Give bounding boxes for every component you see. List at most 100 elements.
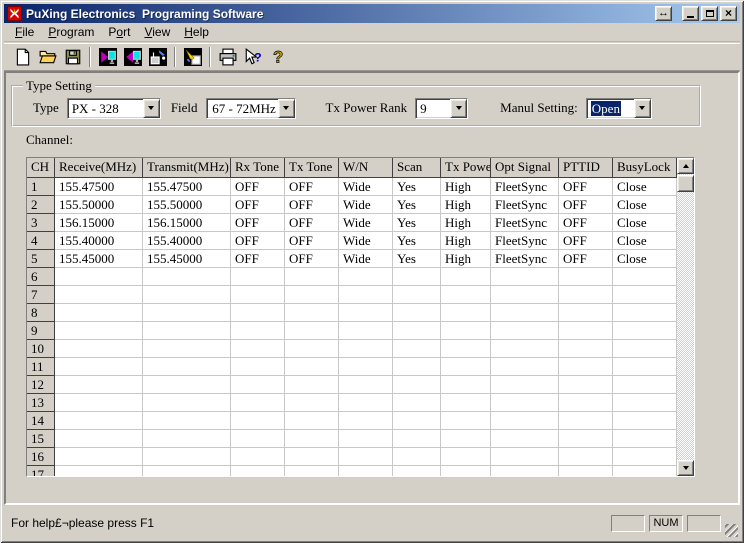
grid-cell[interactable]: OFF [285,178,339,196]
read-from-radio-button[interactable] [95,45,120,69]
save-button[interactable] [60,45,85,69]
grid-cell[interactable] [143,286,231,304]
grid-cell[interactable] [491,358,559,376]
grid-cell[interactable]: 155.47500 [55,178,143,196]
grid-cell[interactable]: OFF [559,232,613,250]
grid-cell[interactable] [393,340,441,358]
grid-cell[interactable] [285,448,339,466]
grid-cell[interactable] [285,376,339,394]
row-header-cell[interactable]: 16 [27,448,55,466]
grid-cell[interactable]: Yes [393,196,441,214]
grid-cell[interactable] [339,376,393,394]
grid-cell[interactable] [143,376,231,394]
grid-cell[interactable] [55,376,143,394]
grid-cell[interactable]: OFF [285,232,339,250]
grid-cell[interactable] [143,430,231,448]
grid-cell[interactable] [231,286,285,304]
row-header-cell[interactable]: 9 [27,322,55,340]
grid-cell[interactable]: OFF [559,196,613,214]
grid-cell[interactable] [441,358,491,376]
grid-cell[interactable] [559,448,613,466]
grid-cell[interactable] [339,268,393,286]
grid-cell[interactable]: Close [613,196,677,214]
grid-cell[interactable]: OFF [231,232,285,250]
grid-cell[interactable] [441,340,491,358]
grid-cell[interactable]: OFF [231,178,285,196]
grid-cell[interactable] [559,322,613,340]
grid-cell[interactable] [143,304,231,322]
grid-cell[interactable] [55,430,143,448]
grid-cell[interactable] [55,358,143,376]
grid-cell[interactable]: OFF [231,214,285,232]
grid-cell[interactable]: 155.45000 [55,250,143,268]
grid-cell[interactable]: OFF [231,196,285,214]
resize-grip[interactable] [725,524,738,537]
grid-cell[interactable]: Wide [339,250,393,268]
grid-cell[interactable] [143,322,231,340]
grid-cell[interactable] [55,322,143,340]
restore-width-button[interactable]: ↔ [655,6,672,21]
grid-cell[interactable] [491,430,559,448]
grid-cell[interactable] [339,430,393,448]
row-header-cell[interactable]: 8 [27,304,55,322]
row-header-cell[interactable]: 14 [27,412,55,430]
row-header-cell[interactable]: 2 [27,196,55,214]
minimize-button[interactable] [682,6,699,21]
grid-cell[interactable] [285,412,339,430]
row-header-cell[interactable]: 12 [27,376,55,394]
grid-cell[interactable] [143,358,231,376]
grid-cell[interactable] [285,394,339,412]
grid-cell[interactable] [613,412,677,430]
puxing-logo-icon[interactable] [7,6,22,21]
menu-help[interactable]: Help [177,24,216,40]
grid-cell[interactable] [285,286,339,304]
grid-cell[interactable]: Close [613,214,677,232]
grid-cell[interactable]: 155.40000 [143,232,231,250]
grid-cell[interactable] [613,286,677,304]
grid-cell[interactable] [441,466,491,477]
chevron-down-icon[interactable] [278,99,295,118]
radio-settings-button[interactable] [145,45,170,69]
grid-cell[interactable]: High [441,232,491,250]
grid-cell[interactable] [491,466,559,477]
grid-cell[interactable] [231,448,285,466]
grid-cell[interactable]: High [441,214,491,232]
clone-data-button[interactable] [180,45,205,69]
grid-cell[interactable] [231,268,285,286]
open-folder-button[interactable] [35,45,60,69]
grid-cell[interactable] [559,376,613,394]
grid-cell[interactable] [491,448,559,466]
grid-cell[interactable] [55,466,143,477]
menu-view[interactable]: View [137,24,177,40]
grid-cell[interactable]: Yes [393,178,441,196]
grid-cell[interactable]: FleetSync [491,250,559,268]
grid-cell[interactable]: High [441,196,491,214]
grid-cell[interactable] [393,268,441,286]
chevron-down-icon[interactable] [450,99,467,118]
grid-cell[interactable] [613,376,677,394]
menu-file[interactable]: File [8,24,41,40]
grid-cell[interactable] [285,268,339,286]
grid-cell[interactable] [491,340,559,358]
context-help-button[interactable]: ? [240,45,265,69]
grid-cell[interactable] [231,412,285,430]
row-header-cell[interactable]: 1 [27,178,55,196]
grid-cell[interactable] [143,268,231,286]
grid-cell[interactable]: FleetSync [491,178,559,196]
grid-cell[interactable] [285,340,339,358]
grid-cell[interactable] [441,322,491,340]
grid-cell[interactable]: 155.40000 [55,232,143,250]
grid-cell[interactable] [613,466,677,477]
grid-cell[interactable]: 155.45000 [143,250,231,268]
grid-cell[interactable] [613,448,677,466]
grid-cell[interactable] [393,412,441,430]
grid-cell[interactable] [339,466,393,477]
new-document-button[interactable] [10,45,35,69]
scrollbar-thumb[interactable] [677,175,694,192]
grid-cell[interactable] [441,430,491,448]
row-header-cell[interactable]: 6 [27,268,55,286]
grid-cell[interactable]: OFF [559,214,613,232]
grid-cell[interactable]: OFF [285,250,339,268]
grid-cell[interactable] [143,394,231,412]
grid-cell[interactable]: 156.15000 [55,214,143,232]
